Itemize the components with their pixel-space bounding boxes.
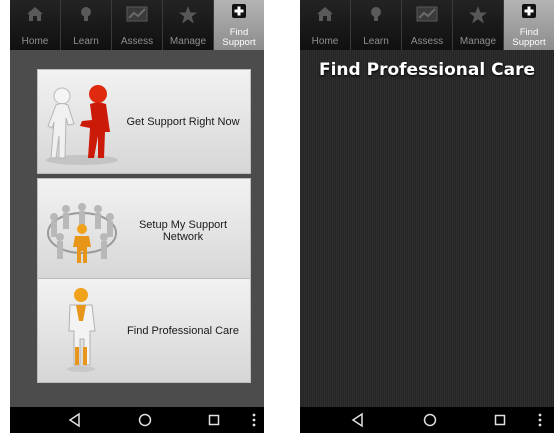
handshake-figures-icon — [46, 85, 118, 165]
tab-assess[interactable]: Assess — [112, 0, 163, 50]
home-icon — [317, 7, 333, 21]
tab-home[interactable]: Home — [300, 0, 351, 50]
back-triangle-icon[interactable] — [350, 412, 366, 428]
home-circle-icon[interactable] — [422, 412, 438, 428]
menu-item-label: Setup My Support Network — [138, 218, 228, 243]
android-nav-bar — [10, 407, 264, 433]
top-tab-bar: Home Learn Assess Manage Find Support — [10, 0, 264, 50]
recents-square-icon[interactable] — [492, 412, 508, 428]
tab-find-support[interactable]: Find Support — [504, 0, 554, 50]
tab-learn[interactable]: Learn — [351, 0, 402, 50]
tab-manage[interactable]: Manage — [453, 0, 504, 50]
phone-screen-find-support: Home Learn Assess Manage Find Support Ge… — [10, 0, 264, 433]
plus-icon — [522, 4, 536, 18]
find-professional-care-button[interactable]: Find Professional Care — [37, 278, 251, 383]
overflow-menu-icon[interactable] — [246, 412, 262, 428]
overflow-menu-icon[interactable] — [532, 412, 548, 428]
menu-item-label: Get Support Right Now — [126, 115, 240, 128]
home-circle-icon[interactable] — [137, 412, 153, 428]
chart-icon — [126, 6, 148, 22]
setup-support-network-button[interactable]: Setup My Support Network — [37, 178, 251, 283]
tab-label-line2: Support — [512, 37, 546, 48]
phone-screen-find-professional-care: Home Learn Assess Manage Find Support Fi… — [300, 0, 554, 433]
back-triangle-icon[interactable] — [67, 412, 83, 428]
professional-care-content — [300, 50, 554, 407]
tab-find-support[interactable]: Find Support — [214, 0, 264, 50]
plus-icon — [232, 4, 246, 18]
page-title: Find Professional Care — [318, 60, 535, 80]
star-icon — [469, 6, 487, 24]
home-icon — [27, 7, 43, 21]
support-circle-icon — [47, 203, 117, 263]
tab-learn[interactable]: Learn — [61, 0, 112, 50]
get-support-now-button[interactable]: Get Support Right Now — [37, 69, 251, 174]
chart-icon — [416, 6, 438, 22]
menu-item-label: Find Professional Care — [127, 324, 239, 337]
tab-manage[interactable]: Manage — [163, 0, 214, 50]
tab-label-line2: Support — [222, 37, 256, 48]
tab-assess[interactable]: Assess — [402, 0, 453, 50]
recents-square-icon[interactable] — [206, 412, 222, 428]
top-tab-bar: Home Learn Assess Manage Find Support — [300, 0, 554, 50]
doctor-figure-icon — [67, 288, 96, 372]
lightbulb-icon — [371, 7, 381, 21]
tab-home[interactable]: Home — [10, 0, 61, 50]
find-support-menu: Get Support Right Now Setup My Support N… — [10, 50, 264, 407]
lightbulb-icon — [81, 7, 91, 21]
star-icon — [179, 6, 197, 24]
android-nav-bar — [300, 407, 554, 433]
